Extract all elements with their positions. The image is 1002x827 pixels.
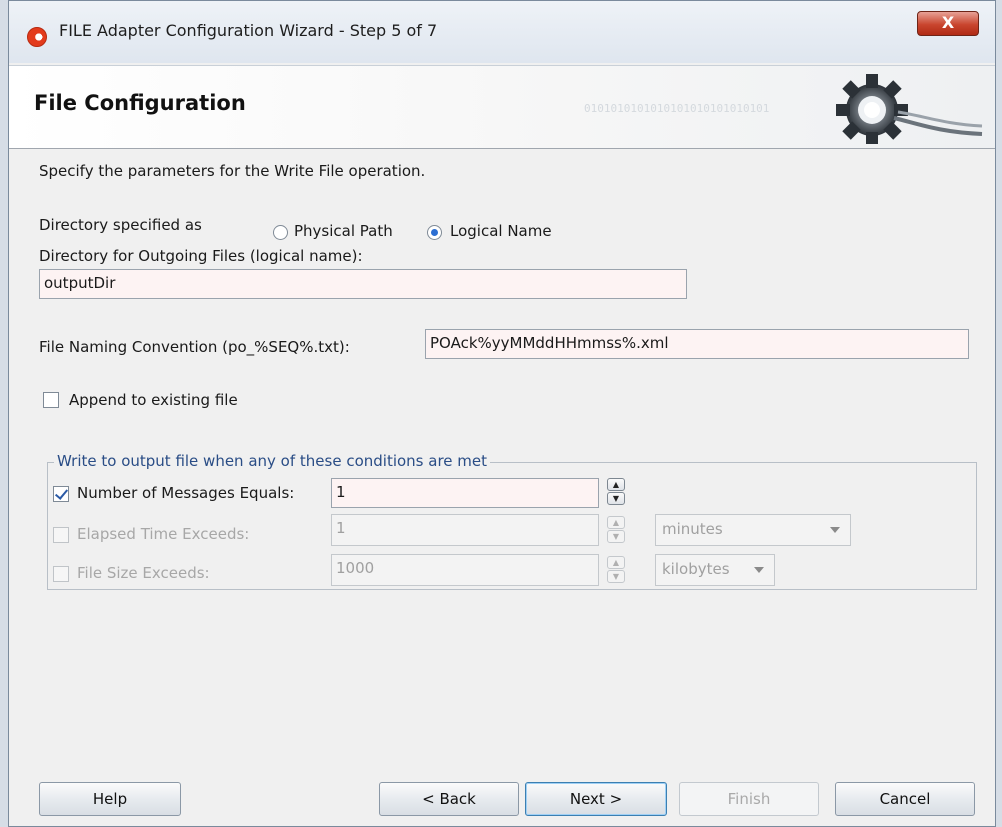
page-title: File Configuration	[34, 91, 246, 115]
outgoing-directory-input[interactable]: outputDir	[39, 269, 687, 299]
title-bar: FILE Adapter Configuration Wizard - Step…	[9, 1, 995, 63]
cancel-button[interactable]: Cancel	[835, 782, 975, 816]
elapsed-time-checkbox[interactable]	[53, 527, 69, 543]
intro-text: Specify the parameters for the Write Fil…	[39, 162, 426, 180]
next-button[interactable]: Next >	[525, 782, 667, 816]
messages-spinner[interactable]: ▲ ▼	[607, 478, 627, 506]
directory-specified-label: Directory specified as	[39, 216, 202, 234]
app-icon	[27, 27, 47, 47]
elapsed-time-label: Elapsed Time Exceeds:	[77, 525, 250, 543]
logical-name-label[interactable]: Logical Name	[450, 222, 552, 240]
file-size-label: File Size Exceeds:	[77, 564, 210, 582]
binary-decoration: 0101010101010101010101010101	[584, 102, 770, 115]
window-title: FILE Adapter Configuration Wizard - Step…	[59, 21, 438, 40]
messages-checkbox[interactable]	[53, 486, 69, 502]
help-button[interactable]: Help	[39, 782, 181, 816]
spin-up-icon[interactable]: ▲	[607, 478, 625, 491]
messages-label[interactable]: Number of Messages Equals:	[77, 484, 294, 502]
wizard-header: File Configuration 010101010101010101010…	[9, 65, 995, 149]
elapsed-time-spinner[interactable]: ▲ ▼	[607, 516, 627, 544]
append-checkbox[interactable]	[43, 392, 59, 408]
close-icon: X	[941, 13, 955, 32]
logical-name-radio[interactable]	[427, 225, 442, 240]
spin-down-icon[interactable]: ▼	[607, 530, 625, 543]
physical-path-label[interactable]: Physical Path	[294, 222, 393, 240]
elapsed-time-unit-select[interactable]: minutes	[655, 514, 851, 546]
chevron-down-icon	[830, 527, 840, 533]
wizard-content: Specify the parameters for the Write Fil…	[9, 148, 995, 816]
finish-button[interactable]: Finish	[679, 782, 819, 816]
file-size-unit-select[interactable]: kilobytes	[655, 554, 775, 586]
close-button[interactable]: X	[917, 11, 979, 36]
messages-input[interactable]: 1	[331, 478, 599, 508]
file-naming-input[interactable]: POAck%yyMMddHHmmss%.xml	[425, 329, 969, 359]
file-size-spinner[interactable]: ▲ ▼	[607, 556, 627, 584]
outgoing-directory-label: Directory for Outgoing Files (logical na…	[39, 247, 363, 265]
wizard-window: FILE Adapter Configuration Wizard - Step…	[8, 0, 996, 827]
gear-icon	[836, 74, 983, 144]
physical-path-radio[interactable]	[273, 225, 288, 240]
file-naming-label: File Naming Convention (po_%SEQ%.txt):	[39, 338, 350, 356]
spin-up-icon[interactable]: ▲	[607, 556, 625, 569]
spin-down-icon[interactable]: ▼	[607, 570, 625, 583]
spin-up-icon[interactable]: ▲	[607, 516, 625, 529]
elapsed-time-input[interactable]: 1	[331, 514, 599, 546]
conditions-legend: Write to output file when any of these c…	[54, 452, 491, 470]
spin-down-icon[interactable]: ▼	[607, 492, 625, 505]
append-label[interactable]: Append to existing file	[69, 391, 238, 409]
file-size-unit-value: kilobytes	[662, 560, 730, 578]
back-button[interactable]: < Back	[379, 782, 519, 816]
file-size-checkbox[interactable]	[53, 566, 69, 582]
elapsed-time-unit-value: minutes	[662, 520, 723, 538]
chevron-down-icon	[754, 567, 764, 573]
file-size-input[interactable]: 1000	[331, 554, 599, 586]
